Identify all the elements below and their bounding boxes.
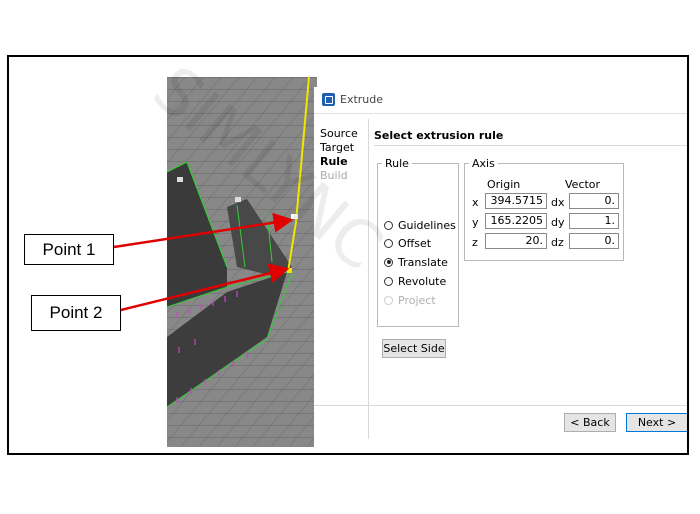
callout-arrows [113, 212, 294, 312]
point-1-arrow [113, 212, 294, 249]
point-2-arrow [120, 263, 290, 312]
screenshot-frame: Extrude Source Target Rule Build Select … [7, 55, 689, 455]
